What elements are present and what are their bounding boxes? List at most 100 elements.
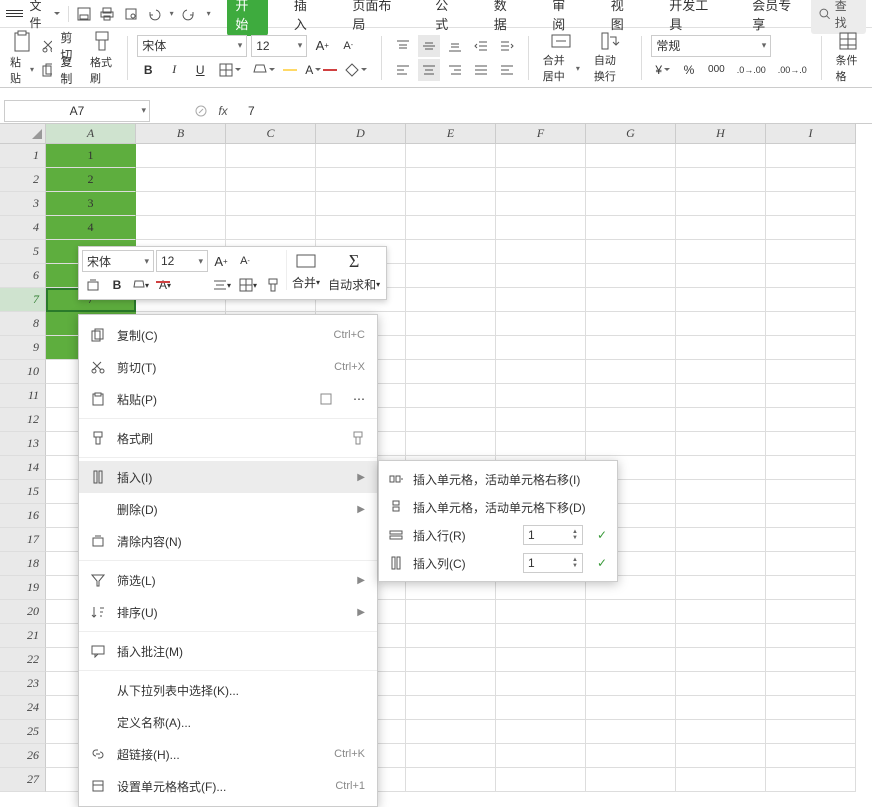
cell[interactable] — [496, 336, 586, 360]
insert-rows[interactable]: 插入行(R) 1▲▼ ✓ — [379, 521, 617, 549]
cell[interactable] — [406, 288, 496, 312]
cell[interactable] — [316, 144, 406, 168]
paste-button[interactable]: 粘贴▾ — [8, 27, 36, 89]
cell[interactable] — [496, 624, 586, 648]
mini-merge-button[interactable]: 合并▾ — [289, 271, 323, 293]
cell[interactable] — [766, 360, 856, 384]
increase-indent-button[interactable] — [496, 35, 518, 57]
align-bottom-button[interactable] — [444, 35, 466, 57]
cell[interactable] — [586, 432, 676, 456]
justify-button[interactable] — [470, 59, 492, 81]
row-header[interactable]: 24 — [0, 696, 46, 720]
paste-options-icon[interactable] — [319, 392, 333, 406]
confirm-icon[interactable]: ✓ — [597, 528, 607, 542]
cell[interactable] — [226, 192, 316, 216]
fill-color-button[interactable] — [249, 59, 279, 81]
column-header[interactable]: B — [136, 124, 226, 144]
cell[interactable] — [766, 216, 856, 240]
cell[interactable] — [766, 480, 856, 504]
font-size-select[interactable]: 12▾ — [251, 35, 307, 57]
row-count-input[interactable]: 1▲▼ — [523, 525, 583, 545]
row-header[interactable]: 22 — [0, 648, 46, 672]
copy-button[interactable]: 复制 — [56, 59, 82, 81]
cell[interactable] — [766, 144, 856, 168]
cell[interactable] — [406, 264, 496, 288]
column-header[interactable]: I — [766, 124, 856, 144]
cell[interactable] — [136, 216, 226, 240]
cell[interactable] — [406, 408, 496, 432]
row-header[interactable]: 2 — [0, 168, 46, 192]
cell[interactable] — [766, 240, 856, 264]
cell[interactable] — [676, 480, 766, 504]
row-header[interactable]: 8 — [0, 312, 46, 336]
cell[interactable] — [676, 144, 766, 168]
align-left-button[interactable] — [392, 59, 414, 81]
cell[interactable] — [316, 192, 406, 216]
cell[interactable] — [406, 384, 496, 408]
merge-center-button[interactable]: 合并居中▾ — [539, 29, 584, 86]
row-header[interactable]: 14 — [0, 456, 46, 480]
cell[interactable] — [766, 600, 856, 624]
column-header[interactable]: H — [676, 124, 766, 144]
cell[interactable] — [136, 144, 226, 168]
cell[interactable] — [496, 240, 586, 264]
cell[interactable] — [226, 144, 316, 168]
cell[interactable] — [676, 360, 766, 384]
orientation-button[interactable] — [496, 59, 518, 81]
cell[interactable] — [406, 144, 496, 168]
row-header[interactable]: 19 — [0, 576, 46, 600]
row-header[interactable]: 27 — [0, 768, 46, 792]
cell[interactable] — [766, 696, 856, 720]
cell[interactable] — [406, 432, 496, 456]
cell[interactable] — [766, 624, 856, 648]
mini-decrease-font[interactable]: A- — [234, 250, 256, 272]
align-right-button[interactable] — [444, 59, 466, 81]
cell[interactable] — [496, 144, 586, 168]
cell[interactable] — [406, 696, 496, 720]
hamburger-icon[interactable] — [6, 10, 23, 17]
cell[interactable] — [586, 720, 676, 744]
increase-decimal-button[interactable]: .0→.00 — [733, 59, 770, 81]
cell[interactable] — [406, 624, 496, 648]
row-header[interactable]: 4 — [0, 216, 46, 240]
col-count-input[interactable]: 1▲▼ — [523, 553, 583, 573]
ctx-delete[interactable]: 删除(D)▶ — [79, 493, 377, 525]
cell[interactable] — [496, 264, 586, 288]
cell[interactable] — [766, 648, 856, 672]
row-header[interactable]: 1 — [0, 144, 46, 168]
tab-data[interactable]: 数据 — [486, 0, 526, 36]
ctx-insert[interactable]: 插入(I)▶ — [79, 461, 377, 493]
save-icon[interactable] — [73, 3, 94, 25]
format-painter-ext-icon[interactable] — [351, 431, 365, 445]
ctx-cut[interactable]: 剪切(T)Ctrl+X — [79, 351, 377, 383]
cell[interactable] — [676, 768, 766, 792]
cell[interactable] — [496, 432, 586, 456]
tab-member[interactable]: 会员专享 — [744, 0, 809, 36]
cell[interactable] — [586, 744, 676, 768]
cell[interactable] — [496, 648, 586, 672]
cell[interactable] — [766, 192, 856, 216]
column-header[interactable]: G — [586, 124, 676, 144]
italic-button[interactable]: I — [163, 59, 185, 81]
mini-fill-button[interactable]: ▾ — [130, 274, 152, 296]
cell[interactable] — [676, 552, 766, 576]
row-header[interactable]: 6 — [0, 264, 46, 288]
ctx-clear[interactable]: 清除内容(N) — [79, 525, 377, 557]
row-header[interactable]: 7 — [0, 288, 46, 312]
print-icon[interactable] — [97, 3, 118, 25]
cell[interactable] — [496, 672, 586, 696]
column-header[interactable]: E — [406, 124, 496, 144]
cell[interactable] — [766, 312, 856, 336]
cell[interactable] — [496, 768, 586, 792]
cell[interactable] — [496, 288, 586, 312]
ctx-sort[interactable]: 排序(U)▶ — [79, 596, 377, 628]
cell[interactable] — [766, 456, 856, 480]
cell[interactable] — [496, 384, 586, 408]
cell[interactable] — [676, 240, 766, 264]
ctx-filter[interactable]: 筛选(L)▶ — [79, 564, 377, 596]
fx-icon[interactable]: fx — [214, 104, 232, 118]
cell[interactable] — [406, 216, 496, 240]
redo-icon[interactable] — [178, 3, 199, 25]
mini-align-button[interactable]: ▾ — [210, 274, 234, 296]
tab-formulas[interactable]: 公式 — [427, 0, 467, 36]
